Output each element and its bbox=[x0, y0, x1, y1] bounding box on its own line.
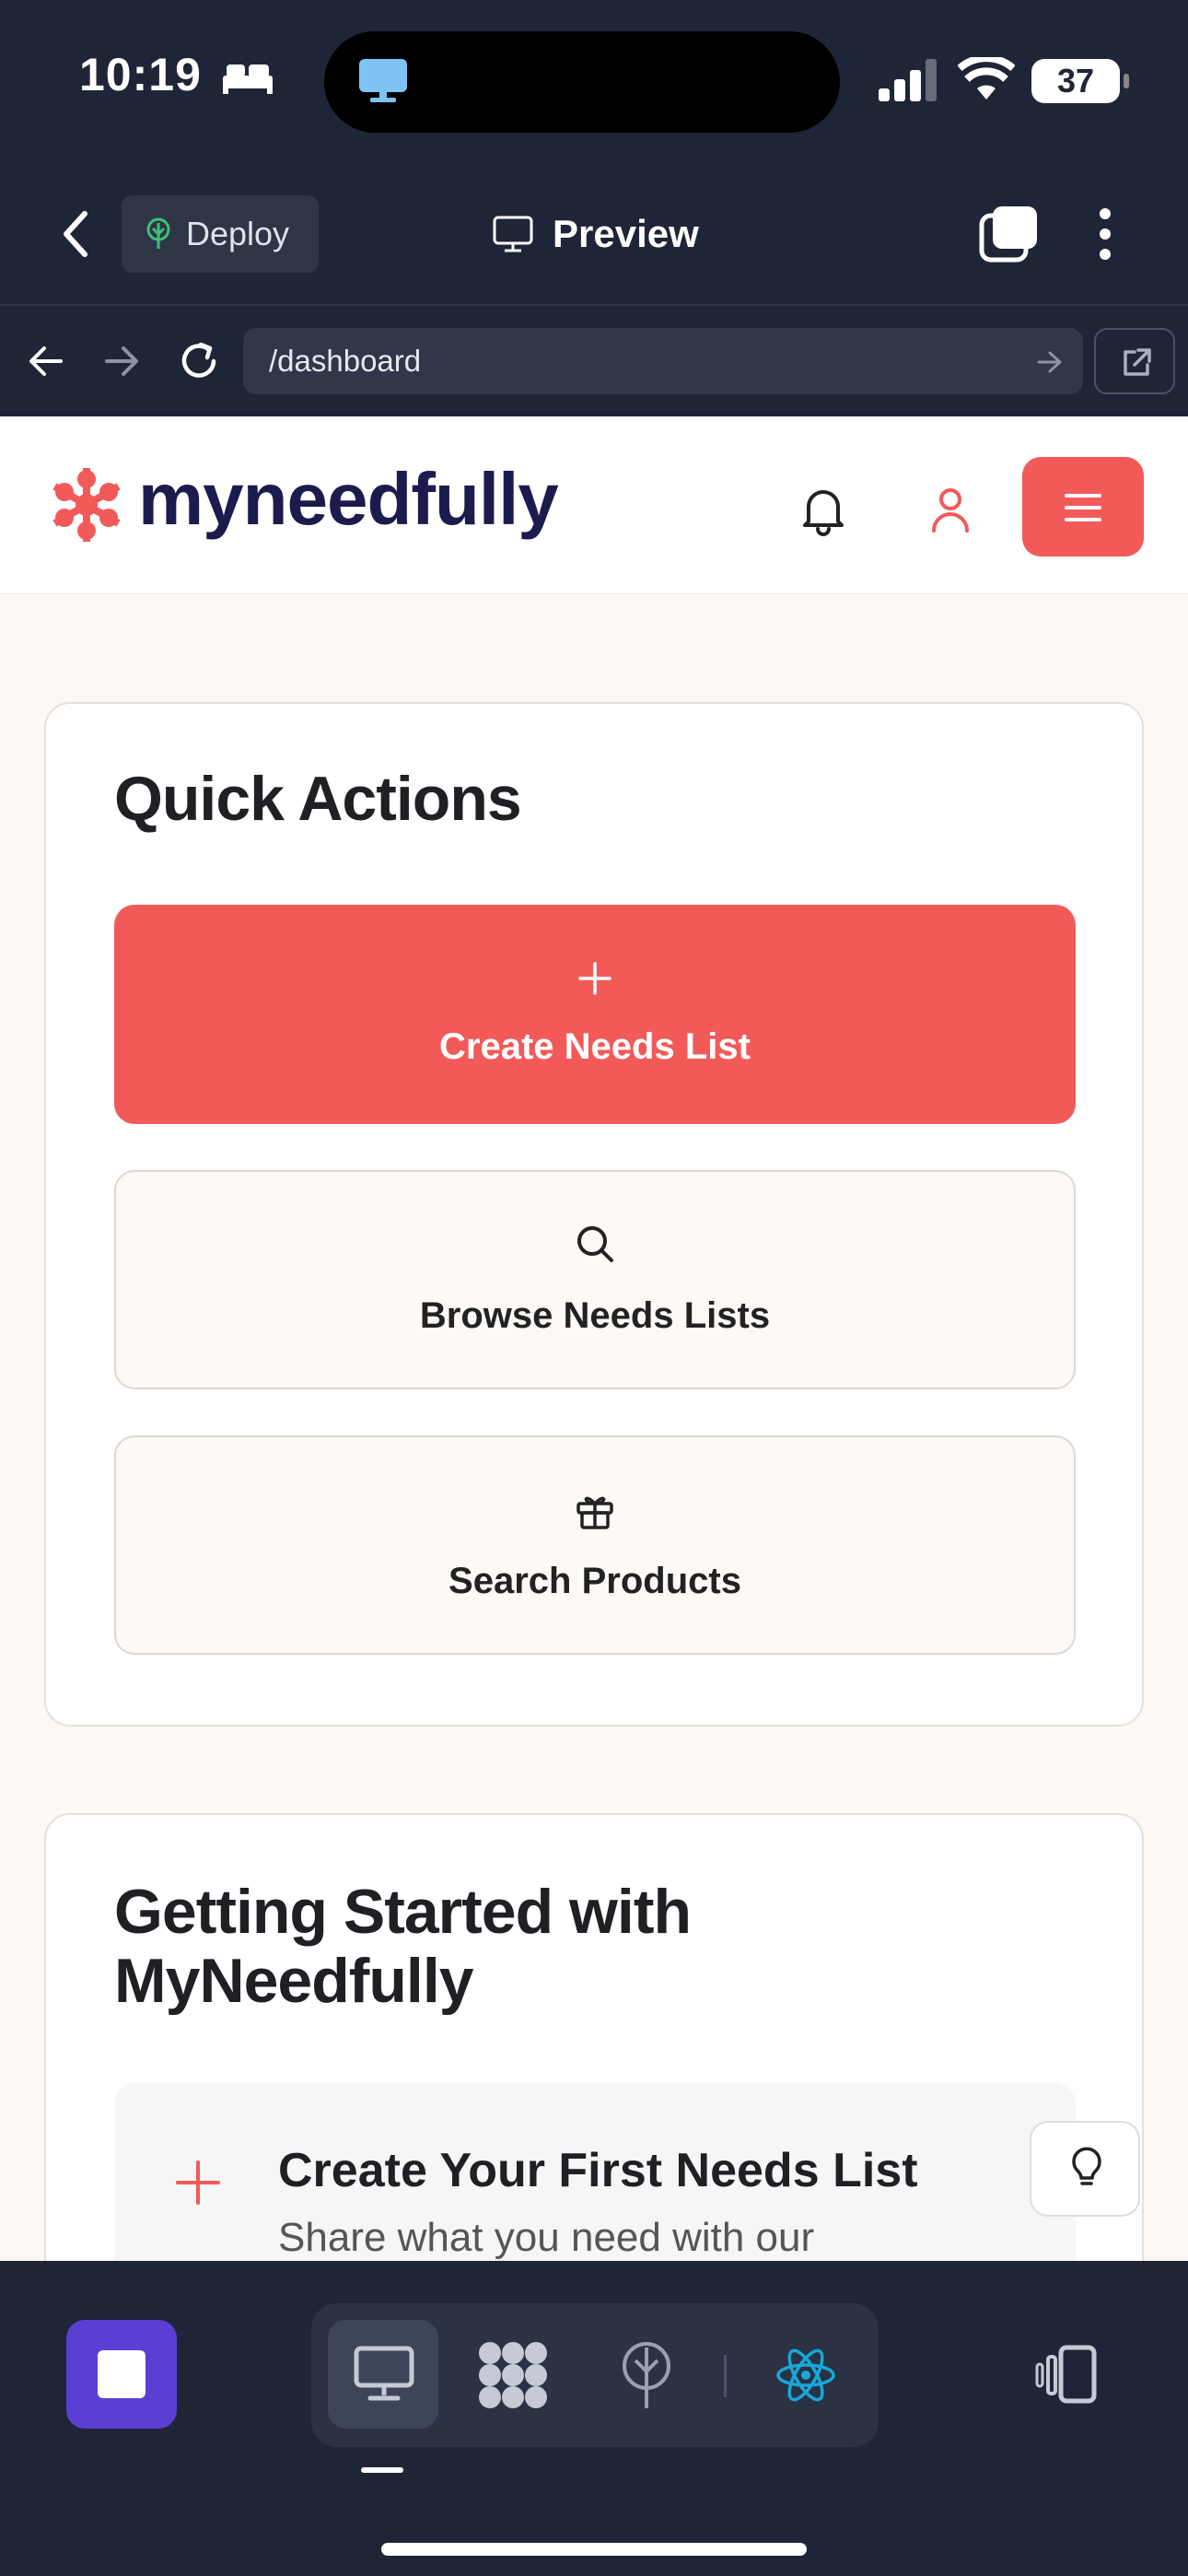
tab-desktop[interactable] bbox=[328, 2320, 438, 2429]
browse-needs-lists-button[interactable]: Browse Needs Lists bbox=[114, 1170, 1076, 1389]
deploy-tree-icon bbox=[146, 217, 170, 249]
monitor-icon bbox=[354, 2346, 414, 2401]
more-vertical-icon[interactable] bbox=[1096, 206, 1114, 262]
url-field[interactable]: /dashboard bbox=[243, 328, 1083, 394]
reload-icon[interactable] bbox=[177, 339, 221, 383]
user-icon[interactable] bbox=[926, 485, 974, 536]
getting-started-title: Getting Started with MyNeedfully bbox=[114, 1877, 692, 2016]
battery-icon: 37 bbox=[1031, 59, 1129, 103]
stop-icon bbox=[98, 2350, 146, 2398]
device-rotate-icon[interactable] bbox=[1033, 2344, 1100, 2405]
status-time: 10:19 bbox=[79, 49, 202, 100]
gift-icon bbox=[577, 1496, 613, 1529]
preview-label: Preview bbox=[553, 212, 699, 255]
logo-wordmark[interactable]: myneedfully bbox=[138, 457, 559, 542]
plus-icon bbox=[176, 2160, 220, 2205]
signal-icon bbox=[879, 59, 937, 101]
lightbulb-icon bbox=[1072, 2147, 1101, 2185]
tab-pattern-icon[interactable] bbox=[477, 2340, 549, 2410]
home-indicator bbox=[381, 2543, 807, 2556]
needfully-logo-icon[interactable] bbox=[42, 461, 131, 549]
deploy-button[interactable]: Deploy bbox=[122, 195, 319, 273]
first-list-step[interactable]: Create Your First Needs List Share what … bbox=[114, 2082, 1076, 2261]
wifi-icon bbox=[958, 57, 1015, 100]
browser-forward-icon[interactable] bbox=[101, 343, 142, 380]
tips-button[interactable] bbox=[1030, 2121, 1140, 2217]
quick-actions-card: Quick Actions Create Needs List Browse N… bbox=[44, 702, 1144, 1727]
browser-back-icon[interactable] bbox=[26, 343, 66, 380]
create-needs-list-button[interactable]: Create Needs List bbox=[114, 905, 1076, 1124]
tabs-icon[interactable] bbox=[978, 205, 1039, 263]
plus-icon bbox=[578, 961, 611, 995]
hamburger-icon bbox=[1065, 494, 1101, 521]
getting-started-card: Getting Started with MyNeedfully Create … bbox=[44, 1813, 1144, 2261]
tab-deploy-icon[interactable] bbox=[619, 2340, 674, 2410]
active-tab-indicator bbox=[361, 2467, 403, 2473]
screen-share-icon bbox=[359, 59, 407, 102]
step-description: Share what you need with our bbox=[278, 2215, 815, 2260]
deploy-label: Deploy bbox=[186, 215, 290, 252]
create-needs-list-label: Create Needs List bbox=[439, 1025, 751, 1067]
quick-actions-title: Quick Actions bbox=[114, 764, 522, 834]
preview-title: Preview bbox=[492, 205, 699, 263]
menu-button[interactable] bbox=[1022, 457, 1144, 556]
react-icon[interactable] bbox=[775, 2348, 836, 2403]
monitor-icon bbox=[493, 216, 533, 252]
go-arrow-icon[interactable] bbox=[1037, 350, 1063, 374]
back-chevron-icon[interactable] bbox=[57, 208, 94, 260]
web-viewport: myneedfully Quick Actions Create Needs L… bbox=[0, 416, 1188, 2261]
tab-divider bbox=[724, 2355, 727, 2397]
external-link-icon bbox=[1124, 348, 1151, 376]
search-icon bbox=[577, 1225, 613, 1262]
battery-percent: 37 bbox=[1056, 62, 1095, 100]
stop-button[interactable] bbox=[66, 2320, 177, 2429]
search-products-button[interactable]: Search Products bbox=[114, 1435, 1076, 1655]
search-products-label: Search Products bbox=[448, 1560, 741, 1601]
url-text: /dashboard bbox=[269, 344, 422, 378]
sleep-focus-icon bbox=[223, 64, 273, 94]
site-header: myneedfully bbox=[0, 416, 1188, 594]
open-external-button[interactable] bbox=[1094, 328, 1175, 394]
browse-needs-lists-label: Browse Needs Lists bbox=[419, 1294, 771, 1336]
bell-icon[interactable] bbox=[799, 485, 847, 536]
step-title: Create Your First Needs List bbox=[278, 2144, 918, 2197]
